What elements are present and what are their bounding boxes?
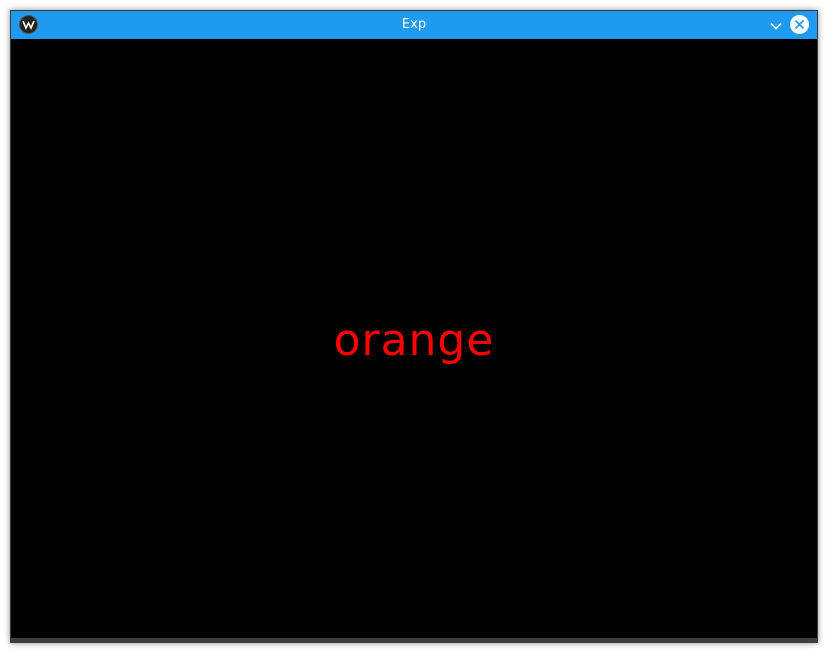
application-window: Exp orange xyxy=(10,10,818,643)
canvas-area: orange xyxy=(12,39,816,638)
chevron-down-icon[interactable] xyxy=(769,18,783,32)
close-icon xyxy=(794,19,805,30)
title-bar[interactable]: Exp xyxy=(11,11,817,39)
stimulus-word: orange xyxy=(333,315,495,366)
close-button[interactable] xyxy=(790,15,809,34)
window-title: Exp xyxy=(401,17,427,32)
window-bottom-border xyxy=(11,638,817,642)
